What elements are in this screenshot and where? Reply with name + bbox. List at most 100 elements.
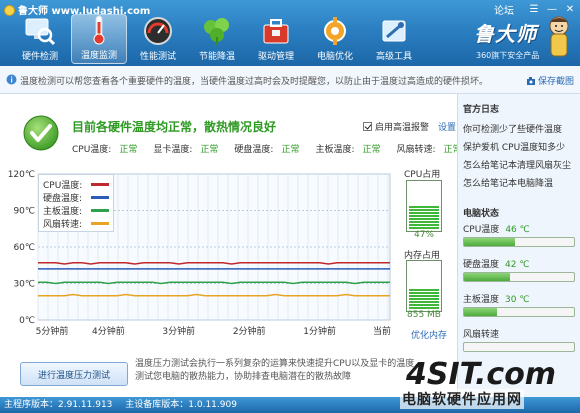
brand-slogan: 360旗下安全产品 bbox=[476, 51, 540, 60]
leaf-icon bbox=[200, 15, 234, 47]
notice-text: 温度检测可以帮您查看各个重要硬件的温度，当硬件温度过高时会及时提醒您，以防止由于… bbox=[20, 77, 489, 87]
nav-item-2[interactable]: 性能测试 bbox=[130, 14, 186, 64]
meter-bar bbox=[409, 224, 439, 226]
info-icon bbox=[6, 74, 17, 85]
sensor-value: 正常 bbox=[362, 145, 381, 155]
legend-swatch bbox=[91, 183, 109, 186]
notice-bar: 温度检测可以帮您查看各个重要硬件的温度，当硬件温度过高时会及时提醒您，以防止由于… bbox=[0, 66, 580, 94]
nav-item-5[interactable]: 电脑优化 bbox=[307, 14, 363, 64]
legend-item: CPU温度: bbox=[43, 178, 109, 191]
stress-test-button[interactable]: 进行温度压力测试 bbox=[20, 362, 128, 386]
news-title: 官方日志 bbox=[463, 105, 500, 115]
speedometer-icon bbox=[141, 15, 175, 47]
sensor-item: CPU温度: 正常 bbox=[72, 142, 137, 155]
cpu-usage-meter bbox=[406, 180, 442, 232]
mascot-icon bbox=[549, 16, 569, 57]
status-ok-icon bbox=[23, 115, 59, 151]
pc-status-bar bbox=[463, 272, 575, 282]
save-screenshot-link[interactable]: 保存截图 bbox=[526, 74, 574, 87]
meter-bar bbox=[409, 307, 439, 309]
pc-status-label-row: 主板温度 30 ℃ bbox=[463, 292, 575, 305]
pc-status-bar-fill bbox=[464, 273, 511, 281]
pc-status-label-row: 硬盘温度 42 ℃ bbox=[463, 257, 575, 270]
sensor-item: 显卡温度: 正常 bbox=[153, 142, 218, 155]
nav-item-label: 驱动管理 bbox=[257, 52, 294, 62]
pc-status-title: 电脑状态 bbox=[463, 209, 500, 219]
memory-usage-value: 855 MB bbox=[407, 310, 441, 320]
gear-shield-icon bbox=[318, 15, 352, 47]
pc-status-value: 42 ℃ bbox=[505, 260, 530, 270]
pc-status-value: 46 ℃ bbox=[505, 225, 530, 235]
sensor-label: 风扇转速: bbox=[396, 145, 436, 155]
sensor-item: 硬盘温度: 正常 bbox=[234, 142, 299, 155]
pc-status-bar bbox=[463, 237, 575, 247]
sensor-value: 正常 bbox=[119, 145, 138, 155]
legend-swatch bbox=[91, 209, 109, 212]
nav-item-label: 性能测试 bbox=[139, 52, 176, 62]
memory-usage-meter bbox=[406, 260, 442, 312]
y-tick-label: 90℃ bbox=[13, 207, 35, 217]
main-version: 主程序版本：2.91.11.913 bbox=[4, 400, 113, 410]
nav-item-1[interactable]: 温度监测 bbox=[71, 14, 127, 64]
legend-item: 风扇转速: bbox=[43, 217, 109, 230]
x-tick-label: 5分钟前 bbox=[36, 325, 69, 337]
legend-swatch bbox=[91, 196, 109, 199]
news-item[interactable]: 怎么给笔记本电脑降温 bbox=[463, 176, 553, 189]
news-item[interactable]: 保护爱机 CPU温度知多少 bbox=[463, 140, 565, 153]
optimize-memory-link[interactable]: 优化内存 bbox=[411, 328, 447, 341]
pc-status-label: 主板温度 bbox=[463, 295, 500, 305]
temperature-panel: 目前各硬件温度均正常，散热情况良好 启用高温报警 设置 CPU温度: 正常 显卡温度… bbox=[8, 100, 462, 397]
nav-item-3[interactable]: 节能降温 bbox=[189, 14, 245, 64]
nav-item-label: 节能降温 bbox=[198, 52, 235, 62]
main-nav: 硬件检测 温度监测 性能测试 节能降温 驱动管理 电脑优化 高级工具 bbox=[12, 14, 422, 64]
legend-swatch bbox=[91, 222, 109, 225]
sensor-summary: CPU温度: 正常 显卡温度: 正常 硬盘温度: 正常 主板温度: 正常 风扇转速: 正常 bbox=[72, 142, 478, 155]
pc-status-bar bbox=[463, 307, 575, 317]
y-tick-label: 60℃ bbox=[13, 243, 35, 253]
pc-status-item: CPU温度 46 ℃ bbox=[463, 222, 575, 247]
alarm-checkbox[interactable] bbox=[363, 122, 372, 131]
pc-status-label: 硬盘温度 bbox=[463, 260, 500, 270]
x-tick-label: 4分钟前 bbox=[92, 325, 125, 337]
brand-name: 鲁大师 bbox=[474, 22, 537, 46]
sensor-item: 主板温度: 正常 bbox=[315, 142, 380, 155]
x-tick-label: 1分钟前 bbox=[303, 325, 336, 337]
toolbox-icon bbox=[259, 15, 293, 47]
pc-status-label: CPU温度 bbox=[463, 225, 500, 235]
y-tick-label: 30℃ bbox=[13, 280, 35, 290]
meter-bar bbox=[409, 298, 439, 300]
pc-status-item: 硬盘温度 42 ℃ bbox=[463, 257, 575, 282]
brand: 鲁大师 360旗下安全产品 bbox=[464, 14, 574, 64]
nav-item-label: 硬件检测 bbox=[21, 52, 58, 62]
news-item[interactable]: 怎么给笔记本清理风扇灰尘 bbox=[463, 158, 571, 171]
meter-bar bbox=[409, 221, 439, 223]
sensor-label: 显卡温度: bbox=[153, 145, 193, 155]
legend-item: 硬盘温度: bbox=[43, 191, 109, 204]
nav-item-label: 高级工具 bbox=[375, 52, 412, 62]
meter-bar bbox=[409, 206, 439, 208]
watermark-logo: 4SIT.com bbox=[405, 357, 556, 389]
sensor-label: CPU温度: bbox=[72, 145, 112, 155]
status-title: 目前各硬件温度均正常，散热情况良好 bbox=[72, 120, 277, 134]
meter-bar bbox=[409, 212, 439, 214]
nav-item-label: 温度监测 bbox=[80, 51, 117, 61]
legend-label: 硬盘温度: bbox=[43, 194, 83, 204]
camera-icon bbox=[526, 76, 535, 85]
y-tick-label: 120℃ bbox=[8, 170, 35, 180]
monitor-magnifier-icon bbox=[23, 15, 57, 47]
nav-item-4[interactable]: 驱动管理 bbox=[248, 14, 304, 64]
meter-bar bbox=[409, 209, 439, 211]
meter-bar bbox=[409, 304, 439, 306]
thermometer-icon bbox=[82, 14, 116, 46]
chart-legend: CPU温度: 硬盘温度: 主板温度: 风扇转速: bbox=[38, 174, 114, 232]
nav-item-6[interactable]: 高级工具 bbox=[366, 14, 422, 64]
cpu-usage-value: 47% bbox=[413, 230, 434, 240]
save-screenshot-label: 保存截图 bbox=[537, 77, 574, 87]
nav-item-0[interactable]: 硬件检测 bbox=[12, 14, 68, 64]
stress-test-description: 温度压力测试会执行一系列复杂的运算来快速提升CPU以及显卡的温度，测试您电脑的散… bbox=[135, 359, 424, 382]
meter-bar bbox=[409, 292, 439, 294]
alarm-setting-link[interactable]: 设置 bbox=[438, 120, 456, 133]
sensor-value: 正常 bbox=[200, 145, 219, 155]
news-item[interactable]: 你可检测少了些硬件温度 bbox=[463, 122, 562, 135]
meter-bar bbox=[409, 215, 439, 217]
